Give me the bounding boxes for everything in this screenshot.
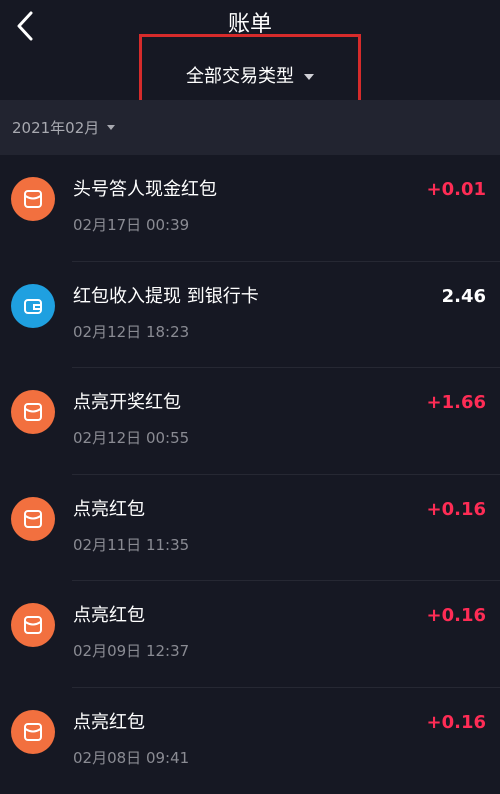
- transaction-row[interactable]: 点亮红包 02月09日 12:37 +0.16: [0, 581, 500, 688]
- page-title: 账单: [0, 10, 500, 40]
- filter-label: 全部交易类型: [186, 64, 294, 90]
- transaction-amount: +0.16: [427, 710, 487, 736]
- transaction-list: 头号答人现金红包 02月17日 00:39 +0.01 红包收入提现 到银行卡 …: [0, 155, 500, 794]
- caret-down-icon: [107, 125, 115, 130]
- transaction-title: 红包收入提现 到银行卡: [73, 284, 259, 310]
- transaction-time: 02月12日 00:55: [73, 428, 189, 448]
- transaction-row[interactable]: 红包收入提现 到银行卡 02月12日 18:23 2.46: [0, 262, 500, 369]
- transaction-title: 点亮开奖红包: [73, 390, 181, 416]
- transaction-time: 02月12日 18:23: [73, 322, 189, 342]
- transaction-type-filter[interactable]: 全部交易类型: [0, 64, 500, 90]
- red-packet-icon: [11, 497, 55, 541]
- transaction-row[interactable]: 点亮红包 02月11日 11:35 +0.16: [0, 475, 500, 582]
- month-selector[interactable]: 2021年02月: [12, 117, 115, 138]
- transaction-row[interactable]: 头号答人现金红包 02月17日 00:39 +0.01: [0, 155, 500, 262]
- transaction-title: 点亮红包: [73, 710, 145, 736]
- transaction-title: 头号答人现金红包: [73, 177, 217, 203]
- transaction-time: 02月08日 09:41: [73, 748, 189, 768]
- caret-down-icon: [304, 74, 314, 80]
- month-bar: 2021年02月: [0, 100, 500, 155]
- header: 账单 全部交易类型: [0, 0, 500, 100]
- red-packet-icon: [11, 390, 55, 434]
- red-packet-icon: [11, 710, 55, 754]
- transaction-title: 点亮红包: [73, 497, 145, 523]
- transaction-time: 02月17日 00:39: [73, 215, 189, 235]
- transaction-row[interactable]: 点亮红包 02月08日 09:41 +0.16: [0, 688, 500, 794]
- transaction-row[interactable]: 点亮开奖红包 02月12日 00:55 +1.66: [0, 368, 500, 475]
- month-label: 2021年02月: [12, 117, 99, 138]
- transaction-amount: +0.01: [427, 177, 487, 203]
- transaction-time: 02月09日 12:37: [73, 641, 189, 661]
- transaction-amount: +1.66: [427, 390, 487, 416]
- red-packet-icon: [11, 177, 55, 221]
- transaction-amount: 2.46: [442, 284, 486, 310]
- transaction-time: 02月11日 11:35: [73, 535, 189, 555]
- wallet-icon: [11, 284, 55, 328]
- transaction-title: 点亮红包: [73, 603, 145, 629]
- red-packet-icon: [11, 603, 55, 647]
- transaction-amount: +0.16: [427, 603, 487, 629]
- transaction-amount: +0.16: [427, 497, 487, 523]
